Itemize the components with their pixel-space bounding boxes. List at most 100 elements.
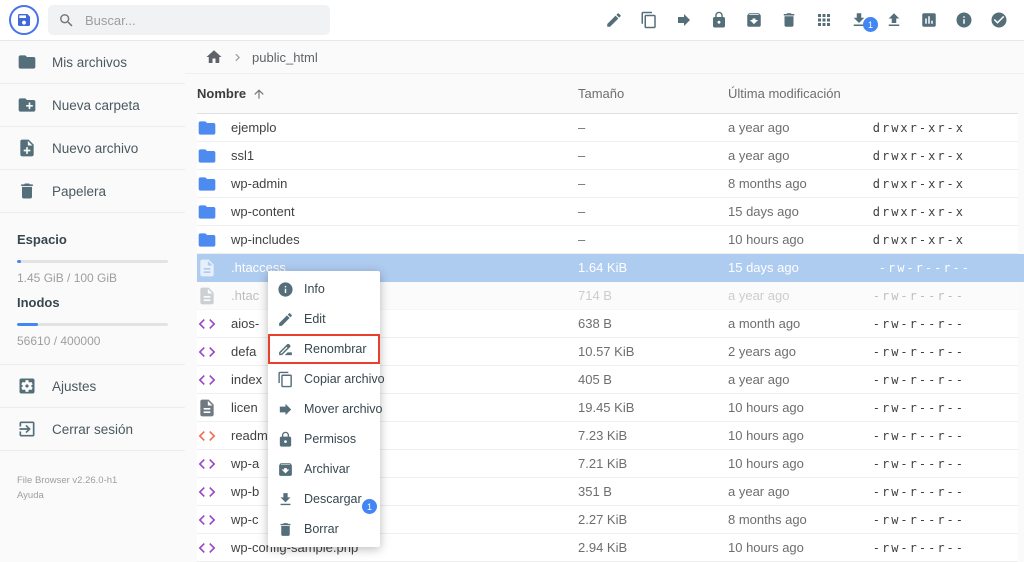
file-modified: 10 hours ago <box>728 428 832 443</box>
context-menu-item-edit[interactable]: Edit <box>268 304 380 334</box>
file-size: 7.21 KiB <box>578 456 728 471</box>
file-size: 714 B <box>578 288 728 303</box>
context-menu-item-borrar[interactable]: Borrar <box>268 514 380 544</box>
edit-button[interactable] <box>603 9 625 31</box>
stats-button[interactable] <box>918 9 940 31</box>
context-menu-item-info[interactable]: Info <box>268 274 380 304</box>
file-name: readm <box>231 428 268 443</box>
file-name: ejemplo <box>231 120 277 135</box>
sidebar-item-nuevo-archivo[interactable]: Nuevo archivo <box>0 127 185 170</box>
context-menu-item-descargar[interactable]: Descargar1 <box>268 484 380 514</box>
context-menu-item-permisos[interactable]: Permisos <box>268 424 380 454</box>
copy-button[interactable] <box>638 9 660 31</box>
space-value: 1.45 GiB / 100 GiB <box>17 271 168 285</box>
move-button[interactable] <box>673 9 695 31</box>
inodes-progress-bar <box>17 323 168 326</box>
search-bar[interactable] <box>48 5 330 35</box>
context-menu-item-mover-archivo[interactable]: Mover archivo <box>268 394 380 424</box>
info-icon <box>277 281 294 298</box>
grid-icon <box>815 11 833 29</box>
sidebar-footer: File Browser v2.26.0-h1 Ayuda <box>0 451 185 503</box>
upload-icon <box>885 11 903 29</box>
file-permissions: drwxr-xr-x <box>832 149 1018 163</box>
toolbar: 1 <box>603 0 1010 40</box>
rename-icon <box>277 341 294 358</box>
file-name: wp-includes <box>231 232 300 247</box>
sidebar-item-cerrar-sesi-n[interactable]: Cerrar sesión <box>0 408 185 451</box>
sidebar-item-papelera[interactable]: Papelera <box>0 170 185 213</box>
file-permissions: -rw-r--r-- <box>832 485 1018 499</box>
space-progress-bar <box>17 260 168 263</box>
sidebar-item-mis-archivos[interactable]: Mis archivos <box>0 41 185 84</box>
inodes-value: 56610 / 400000 <box>17 334 168 348</box>
file-modified: 15 days ago <box>728 260 838 275</box>
archive-button[interactable] <box>743 9 765 31</box>
breadcrumb-current-folder[interactable]: public_html <box>252 50 318 65</box>
download-button[interactable]: 1 <box>848 9 870 31</box>
floppy-disk-icon <box>16 12 32 28</box>
file-modified: 10 hours ago <box>728 400 832 415</box>
file-modified: a year ago <box>728 288 832 303</box>
app-version: File Browser v2.26.0-h1 <box>17 473 185 488</box>
help-link[interactable]: Ayuda <box>17 488 185 503</box>
file-size: 638 B <box>578 316 728 331</box>
file-name: .htac <box>231 288 259 303</box>
chevron-right-icon <box>230 50 245 65</box>
file-name: wp-admin <box>231 176 287 191</box>
file-modified: 8 months ago <box>728 176 832 191</box>
sidebar-item-ajustes[interactable]: Ajustes <box>0 365 185 408</box>
file-row-ejemplo[interactable]: ejemplo –a year agodrwxr-xr-x <box>197 114 1018 142</box>
file-permissions: drwxr-xr-x <box>832 121 1018 135</box>
file-row-ssl1[interactable]: ssl1–a year agodrwxr-xr-x <box>197 142 1018 170</box>
file-name: wp-a <box>231 456 259 471</box>
new-file-icon <box>17 138 37 158</box>
file-name: wp-content <box>231 204 295 219</box>
archive-icon <box>745 11 763 29</box>
file-row-wp-includes[interactable]: wp-includes–10 hours agodrwxr-xr-x <box>197 226 1018 254</box>
file-size: 10.57 KiB <box>578 344 728 359</box>
select-multiple-button[interactable] <box>988 9 1010 31</box>
sidebar-item-nueva-carpeta[interactable]: Nueva carpeta <box>0 84 185 127</box>
file-name: index <box>231 372 262 387</box>
file-permissions: -rw-r--r-- <box>832 457 1018 471</box>
space-label: Espacio <box>17 232 168 247</box>
file-size: – <box>578 120 728 135</box>
sort-by-name[interactable]: Nombre <box>197 86 578 101</box>
app-logo[interactable] <box>9 5 39 35</box>
sort-ascending-icon <box>252 87 266 101</box>
breadcrumb-home[interactable] <box>205 48 223 66</box>
file-size: – <box>578 176 728 191</box>
context-menu-item-copiar-archivo[interactable]: Copiar archivo <box>268 364 380 394</box>
code-icon <box>197 342 217 362</box>
file-modified: a year ago <box>728 120 832 135</box>
file-size: – <box>578 232 728 247</box>
file-row-wp-admin[interactable]: wp-admin–8 months agodrwxr-xr-x <box>197 170 1018 198</box>
pencil-icon <box>605 11 623 29</box>
switch-view-button[interactable] <box>813 9 835 31</box>
usage-panel: Espacio 1.45 GiB / 100 GiB Inodos 56610 … <box>0 213 185 365</box>
info-button[interactable] <box>953 9 975 31</box>
code-icon <box>197 314 217 334</box>
upload-button[interactable] <box>883 9 905 31</box>
code-icon <box>197 510 217 530</box>
file-permissions: -rw-r--r-- <box>832 401 1018 415</box>
file-permissions: -rw-r--r-- <box>832 345 1018 359</box>
code-icon <box>197 426 217 446</box>
sort-by-size[interactable]: Tamaño <box>578 86 728 101</box>
file-modified: a month ago <box>728 316 832 331</box>
context-menu-item-renombrar[interactable]: Renombrar <box>268 334 380 364</box>
sort-by-modified[interactable]: Última modificación <box>728 86 841 101</box>
permissions-button[interactable] <box>708 9 730 31</box>
file-size: 405 B <box>578 372 728 387</box>
file-row-wp-content[interactable]: wp-content–15 days agodrwxr-xr-x <box>197 198 1018 226</box>
delete-button[interactable] <box>778 9 800 31</box>
search-input[interactable] <box>85 13 305 28</box>
breadcrumb: public_html <box>185 41 1024 74</box>
code-icon <box>197 454 217 474</box>
file-name: ssl1 <box>231 148 254 163</box>
inodes-label: Inodos <box>17 295 168 310</box>
file-size: 7.23 KiB <box>578 428 728 443</box>
context-menu-item-archivar[interactable]: Archivar <box>268 454 380 484</box>
lock-icon <box>710 11 728 29</box>
folder-icon <box>197 174 217 194</box>
